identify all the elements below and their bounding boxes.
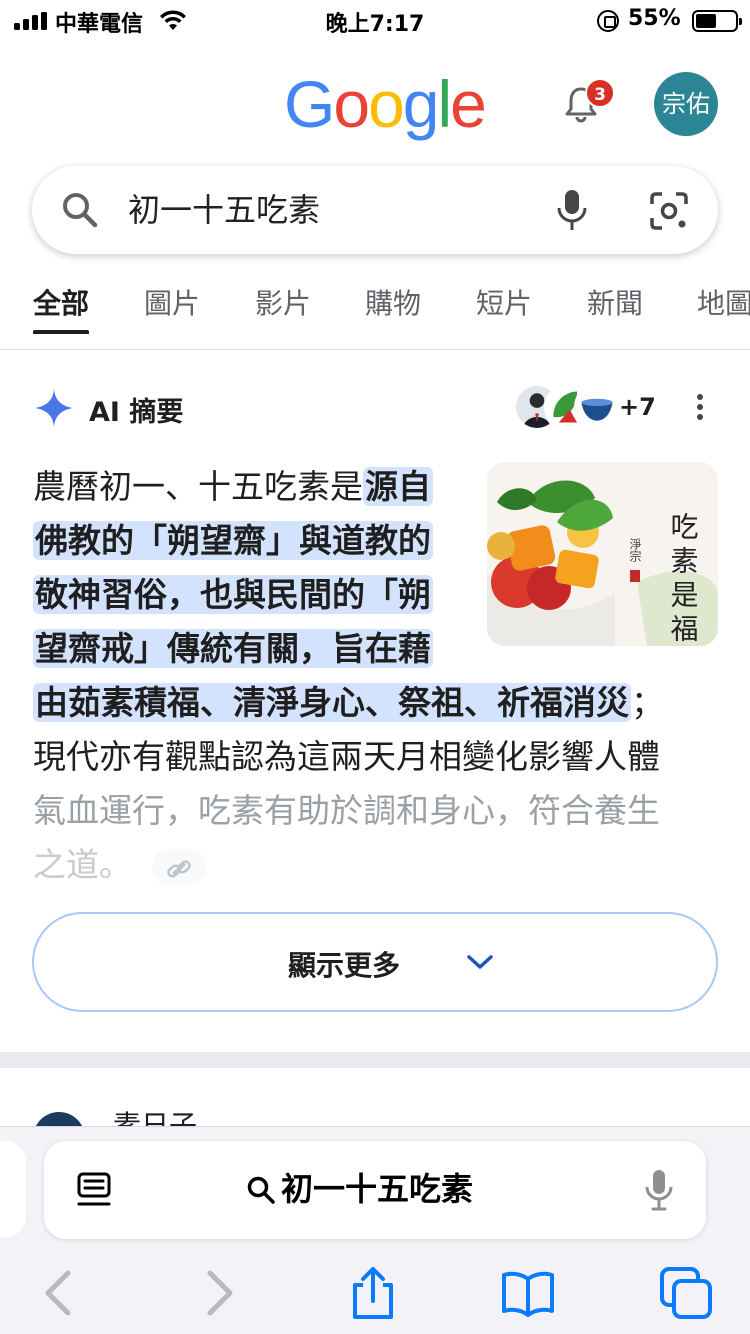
red-seal-stamp bbox=[630, 570, 640, 582]
gemini-sparkle-icon bbox=[35, 389, 73, 427]
page-menu-icon[interactable] bbox=[76, 1171, 112, 1209]
tabs-icon[interactable] bbox=[658, 1265, 714, 1321]
address-text[interactable]: 初一十五吃素 bbox=[281, 1167, 473, 1211]
ai-line-5: 由茹素積福、清淨身心、祭祖、祈福消災； bbox=[33, 683, 664, 722]
voice-search-mic-icon[interactable] bbox=[555, 188, 589, 232]
battery-percent: 55% bbox=[628, 6, 681, 31]
ai-line-7: 氣血運行，吃素有助於調和身心，符合養生 bbox=[33, 791, 660, 830]
link-icon bbox=[167, 859, 191, 878]
search-tabs: 全部 圖片 影片 購物 短片 新聞 地圖 bbox=[0, 270, 750, 350]
dictation-mic-icon[interactable] bbox=[644, 1167, 674, 1213]
search-icon bbox=[63, 193, 98, 228]
ai-overview-image[interactable]: 吃素是福 淨宗 bbox=[487, 462, 718, 646]
tab-videos[interactable]: 影片 bbox=[255, 282, 311, 334]
google-logo[interactable]: Google bbox=[284, 64, 487, 144]
ai-line-8: 之道。 bbox=[33, 838, 206, 892]
tab-images[interactable]: 圖片 bbox=[144, 282, 200, 334]
bookmarks-icon[interactable] bbox=[500, 1265, 556, 1321]
tab-short-videos[interactable]: 短片 bbox=[476, 282, 532, 334]
ai-line-3: 敬神習俗，也與民間的「朔 bbox=[33, 575, 433, 614]
safari-toolbar: 初一十五吃素 bbox=[0, 1126, 750, 1334]
show-more-button[interactable]: 顯示更多 bbox=[32, 912, 718, 1012]
orientation-lock-icon bbox=[597, 10, 619, 32]
source-avatar-bowl bbox=[574, 384, 620, 430]
section-divider bbox=[0, 1052, 750, 1068]
address-search-icon bbox=[247, 1176, 275, 1204]
ai-sources-avatars[interactable] bbox=[514, 384, 620, 430]
chevron-down-icon bbox=[467, 955, 493, 969]
google-lens-camera-icon[interactable] bbox=[648, 190, 690, 232]
ai-line-6: 現代亦有觀點認為這兩天月相變化影響人體 bbox=[33, 737, 660, 776]
tab-shopping[interactable]: 購物 bbox=[365, 282, 421, 334]
search-box[interactable]: 初一十五吃素 bbox=[32, 166, 718, 254]
ai-overview-title: AI 摘要 bbox=[89, 397, 184, 428]
ai-line-1: 農曆初一、十五吃素是源自 bbox=[33, 467, 433, 506]
back-arrow-icon[interactable] bbox=[32, 1265, 88, 1321]
ai-line-4: 望齋戒」傳統有關，旨在藉 bbox=[33, 629, 433, 668]
tab-all[interactable]: 全部 bbox=[33, 282, 90, 334]
calligraphy-text: 吃素是福 bbox=[667, 512, 700, 646]
battery-icon bbox=[692, 10, 742, 32]
account-avatar[interactable]: 宗佑 bbox=[654, 72, 718, 136]
tab-maps[interactable]: 地圖 bbox=[697, 282, 750, 334]
tab-news[interactable]: 新聞 bbox=[587, 282, 643, 334]
forward-arrow-icon[interactable] bbox=[190, 1265, 246, 1321]
calligraphy-signature: 淨宗 bbox=[628, 538, 642, 562]
ai-sources-count[interactable]: +7 bbox=[619, 393, 656, 421]
notification-count-badge: 3 bbox=[585, 78, 615, 108]
ai-line-2: 佛教的「朔望齋」與道教的 bbox=[33, 521, 433, 560]
status-bar: 中華電信 晚上7:17 55% bbox=[0, 0, 750, 40]
fruit-bowl-illustration: 吃素是福 淨宗 bbox=[487, 462, 718, 646]
source-link-chip[interactable] bbox=[152, 848, 206, 885]
share-icon[interactable] bbox=[345, 1265, 401, 1321]
show-more-label: 顯示更多 bbox=[287, 949, 400, 982]
more-options-icon[interactable] bbox=[690, 392, 710, 422]
previous-tab-preview[interactable] bbox=[0, 1141, 26, 1237]
search-input[interactable]: 初一十五吃素 bbox=[128, 188, 320, 232]
address-bar[interactable]: 初一十五吃素 bbox=[44, 1141, 706, 1239]
